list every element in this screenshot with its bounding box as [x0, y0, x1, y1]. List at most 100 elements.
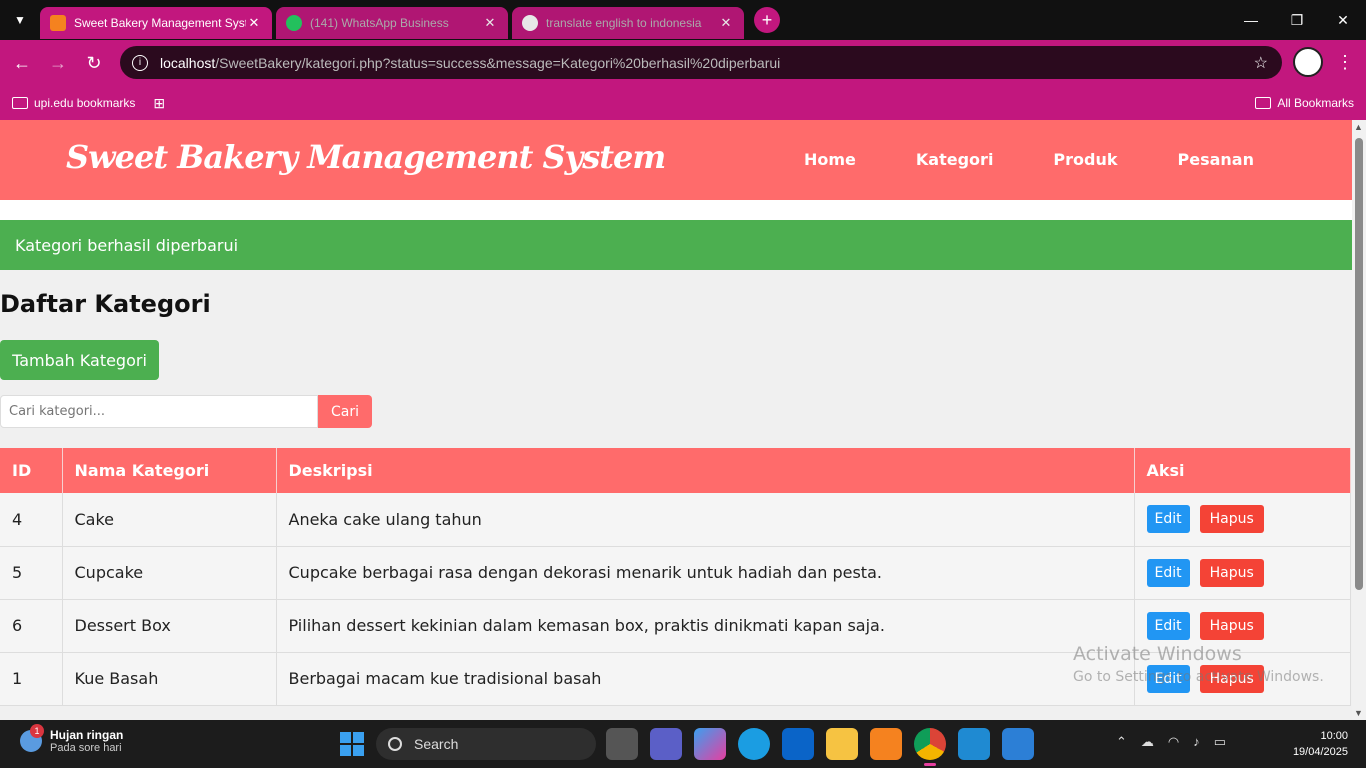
weather-subtitle: Pada sore hari: [50, 742, 122, 754]
search-form: Cari: [0, 395, 372, 428]
clock-date: 19/04/2025: [1292, 746, 1348, 758]
cell-name: Dessert Box: [62, 599, 277, 653]
close-tab-icon[interactable]: ✕: [718, 15, 734, 31]
search-input[interactable]: [0, 395, 318, 428]
page-scrollbar[interactable]: ▲ ▼: [1352, 120, 1366, 720]
bookmark-folder-upi[interactable]: upi.edu bookmarks: [12, 96, 135, 110]
close-tab-icon[interactable]: ✕: [482, 15, 498, 31]
cell-actions: Edit Hapus: [1134, 546, 1351, 600]
clock-time: 10:00: [1320, 730, 1348, 742]
forward-arrow-icon[interactable]: →: [40, 45, 76, 81]
page-viewport: Sweet Bakery Management System Home Kate…: [0, 120, 1352, 720]
scroll-down-icon[interactable]: ▼: [1354, 708, 1363, 718]
browser-tabstrip: ▼ Sweet Bakery Management System ✕ (141)…: [0, 0, 1366, 40]
scrollbar-thumb[interactable]: [1355, 138, 1363, 590]
scroll-up-icon[interactable]: ▲: [1354, 122, 1363, 132]
close-window-icon[interactable]: ✕: [1320, 0, 1366, 40]
tab-title: (141) WhatsApp Business: [310, 16, 449, 30]
url-host: localhost: [160, 54, 216, 71]
folder-icon: [12, 97, 28, 109]
delete-button[interactable]: Hapus: [1199, 505, 1264, 534]
windows-start-icon[interactable]: [340, 732, 364, 756]
back-arrow-icon[interactable]: ←: [4, 45, 40, 81]
cell-description: Berbagai macam kue tradisional basah: [276, 652, 1135, 706]
nav-pesanan[interactable]: Pesanan: [1178, 150, 1254, 169]
cell-id: 6: [0, 599, 63, 653]
teams-icon[interactable]: [650, 728, 682, 760]
browser-menu-icon[interactable]: ⋮: [1336, 52, 1354, 73]
site-brand[interactable]: Sweet Bakery Management System: [66, 138, 666, 176]
cell-name: Cake: [62, 493, 277, 547]
cell-actions: Edit Hapus: [1134, 493, 1351, 547]
network-status-icon[interactable]: ☁: [1141, 734, 1154, 750]
battery-icon[interactable]: ▭: [1214, 734, 1226, 750]
edit-button[interactable]: Edit: [1146, 505, 1190, 534]
weather-widget[interactable]: 1 Hujan ringan Pada sore hari: [20, 724, 124, 754]
all-bookmarks-button[interactable]: All Bookmarks: [1255, 96, 1354, 110]
cell-id: 5: [0, 546, 63, 600]
tab-whatsapp[interactable]: (141) WhatsApp Business ✕: [276, 7, 508, 39]
apps-grid-icon[interactable]: ⊞: [153, 95, 165, 112]
nav-home[interactable]: Home: [804, 150, 856, 169]
table-row: 5 Cupcake Cupcake berbagai rasa dengan d…: [0, 546, 1351, 600]
vscode-icon[interactable]: [958, 728, 990, 760]
browser-toolbar: ← → ↻ i localhost/SweetBakery/kategori.p…: [0, 40, 1366, 86]
search-icon: [388, 737, 402, 751]
edit-button[interactable]: Edit: [1146, 558, 1190, 587]
bookmark-label: upi.edu bookmarks: [34, 96, 136, 110]
whatsapp-favicon-icon: [286, 15, 302, 31]
cell-name: Cupcake: [62, 546, 277, 600]
delete-button[interactable]: Hapus: [1199, 558, 1264, 587]
volume-icon[interactable]: ♪: [1193, 734, 1200, 750]
site-info-icon[interactable]: i: [132, 54, 148, 71]
nav-kategori[interactable]: Kategori: [916, 150, 994, 169]
edge-icon[interactable]: [738, 728, 770, 760]
new-tab-button[interactable]: +: [754, 7, 780, 33]
search-button[interactable]: Cari: [318, 395, 372, 428]
delete-button[interactable]: Hapus: [1199, 611, 1264, 640]
cell-name: Kue Basah: [62, 652, 277, 706]
bookmark-star-icon[interactable]: ☆: [1254, 53, 1268, 73]
table-row: 4 Cake Aneka cake ulang tahun Edit Hapus: [0, 493, 1351, 547]
file-explorer-icon[interactable]: [826, 728, 858, 760]
chrome-icon[interactable]: [914, 728, 946, 766]
header-spacer: [0, 200, 1352, 220]
watermark-title: Activate Windows: [1073, 643, 1242, 665]
taskbar-search[interactable]: Search: [376, 728, 596, 760]
xampp-favicon-icon: [50, 15, 66, 31]
success-alert: Kategori berhasil diperbarui: [0, 220, 1352, 270]
edit-button[interactable]: Edit: [1146, 611, 1190, 640]
url-path: /SweetBakery/kategori.php?status=success…: [215, 54, 781, 71]
profile-avatar[interactable]: [1293, 47, 1323, 77]
task-view-icon[interactable]: [606, 728, 638, 760]
restore-icon[interactable]: ❐: [1274, 0, 1320, 40]
cell-description: Aneka cake ulang tahun: [276, 493, 1135, 547]
notepad-icon[interactable]: [1002, 728, 1034, 760]
reload-icon[interactable]: ↻: [76, 45, 112, 81]
minimize-icon[interactable]: —: [1228, 0, 1274, 40]
nav-produk[interactable]: Produk: [1053, 150, 1117, 169]
tab-sweet-bakery[interactable]: Sweet Bakery Management System ✕: [40, 7, 272, 39]
wifi-icon[interactable]: ◠: [1168, 734, 1179, 750]
taskbar-clock[interactable]: 10:00 19/04/2025: [1293, 728, 1348, 760]
tab-translate[interactable]: translate english to indonesia ✕: [512, 7, 744, 39]
tray-chevron-icon[interactable]: ⌃: [1116, 734, 1127, 750]
outlook-icon[interactable]: [782, 728, 814, 760]
close-tab-icon[interactable]: ✕: [246, 15, 262, 31]
add-category-button[interactable]: Tambah Kategori: [0, 340, 159, 380]
cell-id: 1: [0, 652, 63, 706]
site-header: Sweet Bakery Management System Home Kate…: [0, 120, 1352, 200]
header-actions: Aksi: [1134, 448, 1351, 493]
weather-title: Hujan ringan: [50, 728, 124, 742]
folder-icon: [1255, 97, 1272, 109]
cell-description: Cupcake berbagai rasa dengan dekorasi me…: [276, 546, 1135, 600]
taskbar-search-label: Search: [414, 736, 459, 752]
xampp-icon[interactable]: [870, 728, 902, 760]
windows-taskbar: 1 Hujan ringan Pada sore hari Search ⌃ ☁…: [0, 720, 1366, 768]
window-controls: — ❐ ✕: [1228, 0, 1366, 40]
address-bar[interactable]: i localhost/SweetBakery/kategori.php?sta…: [120, 46, 1282, 79]
tab-search-chevron-icon[interactable]: ▼: [0, 0, 40, 40]
copilot-icon[interactable]: [694, 728, 726, 760]
system-tray: ⌃ ☁ ◠ ♪ ▭: [1116, 734, 1226, 750]
taskbar-apps: [606, 728, 1034, 766]
